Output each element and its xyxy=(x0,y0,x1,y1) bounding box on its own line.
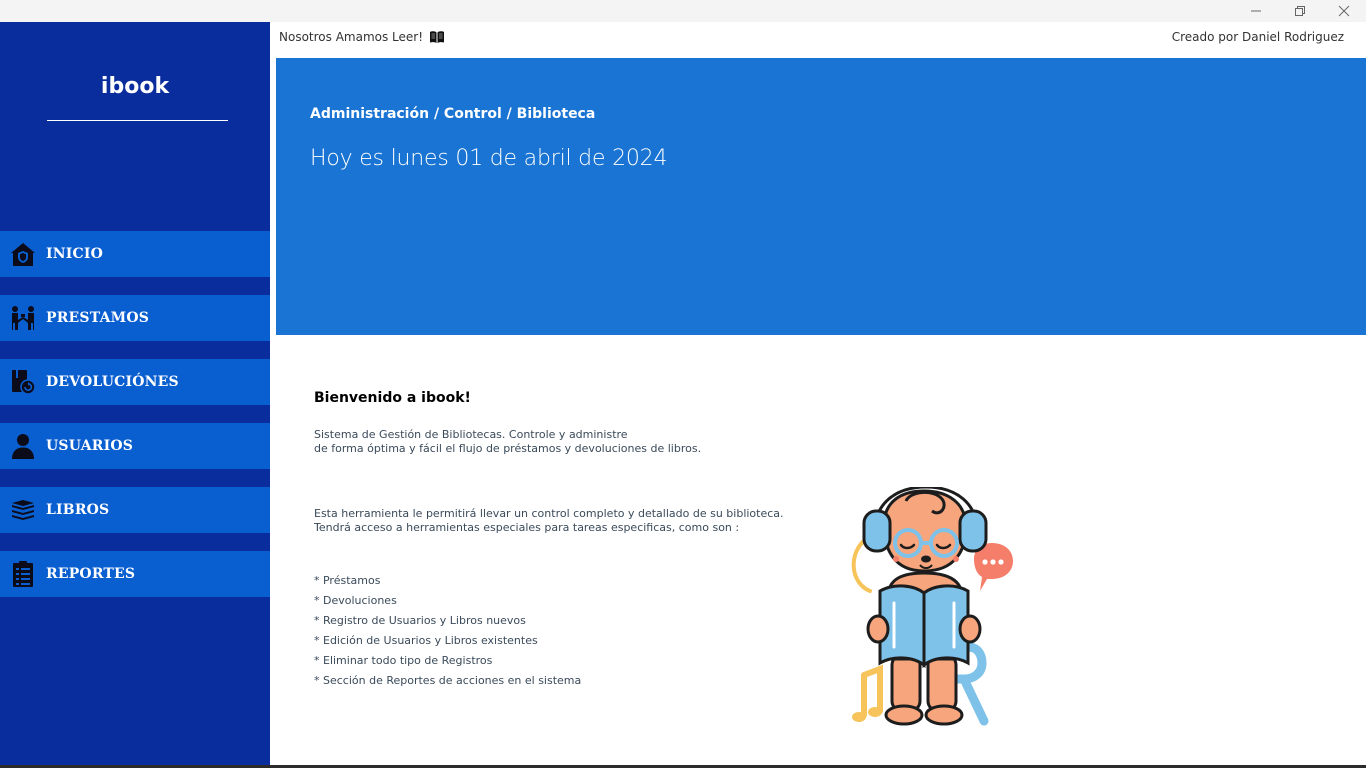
feature-list: * Préstamos * Devoluciones * Registro de… xyxy=(314,573,581,693)
sidebar-item-label: REPORTES xyxy=(46,566,136,582)
brand-divider xyxy=(47,120,228,121)
sidebar-item-usuarios[interactable]: USUARIOS xyxy=(0,423,270,469)
intro-line: de forma óptima y fácil el flujo de prés… xyxy=(314,442,702,455)
breadcrumb: Administración / Control / Biblioteca xyxy=(310,106,596,122)
top-strip: Nosotros Amamos Leer! Creado por Daniel … xyxy=(270,22,1366,58)
description-line: Tendrá acceso a herramientas especiales … xyxy=(314,521,740,534)
main-content: Bienvenido a ibook! Sistema de Gestión d… xyxy=(276,335,1366,768)
list-item: * Registro de Usuarios y Libros nuevos xyxy=(314,614,526,627)
welcome-title: Bienvenido a ibook! xyxy=(314,390,471,406)
list-item: * Préstamos xyxy=(314,574,381,587)
sidebar-item-label: PRESTAMOS xyxy=(46,310,150,326)
window-titlebar xyxy=(0,0,1366,22)
user-icon xyxy=(0,423,46,469)
sidebar-item-reportes[interactable]: REPORTES xyxy=(0,551,270,597)
list-item: * Devoluciones xyxy=(314,594,397,607)
close-icon xyxy=(1338,5,1350,17)
handover-icon xyxy=(0,295,46,341)
intro-line: Sistema de Gestión de Bibliotecas. Contr… xyxy=(314,428,628,441)
sidebar-item-devoluciones[interactable]: DEVOLUCIÓNES xyxy=(0,359,270,405)
books-icon xyxy=(0,487,46,533)
description-line: Esta herramienta le permitirá llevar un … xyxy=(314,507,784,520)
intro-paragraph: Sistema de Gestión de Bibliotecas. Contr… xyxy=(314,428,701,456)
motto: Nosotros Amamos Leer! xyxy=(279,30,445,44)
list-item: * Sección de Reportes de acciones en el … xyxy=(314,674,582,687)
brand-title: ibook xyxy=(100,74,170,99)
sidebar-item-inicio[interactable]: INICIO xyxy=(0,231,270,277)
return-icon xyxy=(0,359,46,405)
clipboard-icon xyxy=(0,551,46,597)
sidebar-item-libros[interactable]: LIBROS xyxy=(0,487,270,533)
sidebar-item-label: USUARIOS xyxy=(46,438,134,454)
restore-button[interactable] xyxy=(1278,0,1322,22)
author-credit: Creado por Daniel Rodriguez xyxy=(1171,30,1344,44)
home-icon xyxy=(0,231,46,277)
open-book-icon xyxy=(430,31,445,43)
restore-icon xyxy=(1295,6,1305,16)
date-display: Hoy es lunes 01 de abril de 2024 xyxy=(310,146,668,171)
header-banner: Administración / Control / Biblioteca Ho… xyxy=(276,58,1366,335)
sidebar-item-label: LIBROS xyxy=(46,502,110,518)
list-item: * Edición de Usuarios y Libros existente… xyxy=(314,634,538,647)
description-paragraph: Esta herramienta le permitirá llevar un … xyxy=(314,507,784,535)
sidebar: ibook INICIO PRESTAMOS DEVOLUCIÓNES USUA… xyxy=(0,22,270,768)
close-button[interactable] xyxy=(1322,0,1366,22)
sidebar-item-label: INICIO xyxy=(46,246,103,262)
reading-character-illustration xyxy=(851,487,1013,726)
list-item: * Eliminar todo tipo de Registros xyxy=(314,654,493,667)
motto-text: Nosotros Amamos Leer! xyxy=(279,30,424,44)
minimize-icon xyxy=(1251,10,1261,12)
minimize-button[interactable] xyxy=(1234,0,1278,22)
sidebar-item-label: DEVOLUCIÓNES xyxy=(46,374,179,390)
sidebar-item-prestamos[interactable]: PRESTAMOS xyxy=(0,295,270,341)
